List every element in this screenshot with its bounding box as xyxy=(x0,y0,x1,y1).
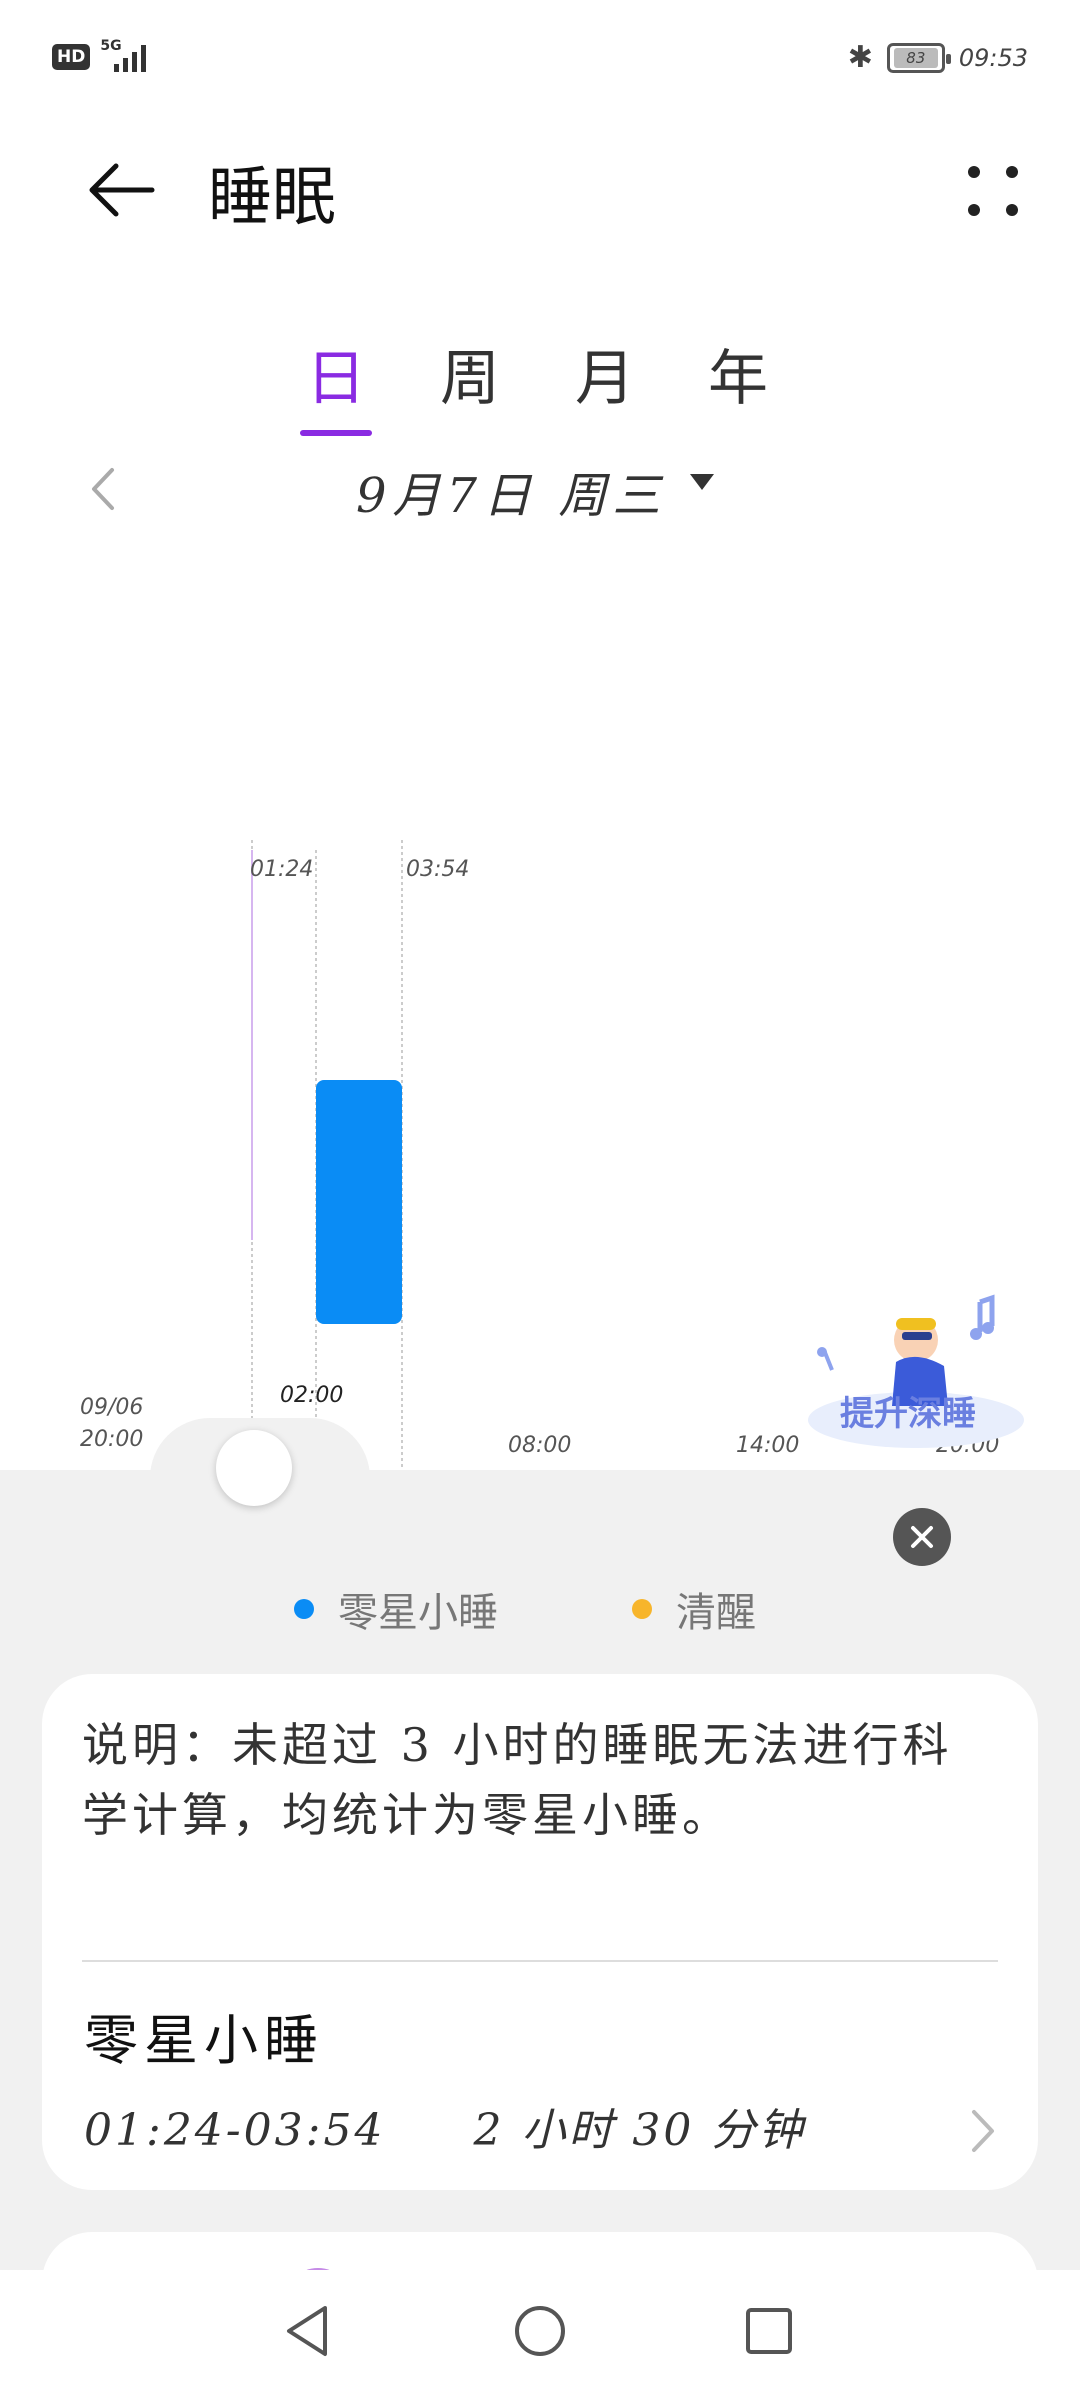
marker-label-start: 01:24 xyxy=(250,857,314,882)
x-label-0200: 02:00 xyxy=(280,1383,344,1408)
tab-week[interactable]: 周 xyxy=(420,330,520,417)
bluetooth-icon: ✱ xyxy=(847,40,873,75)
close-button[interactable] xyxy=(893,1508,951,1566)
more-button[interactable] xyxy=(954,152,1030,228)
legend-item-awake: 清醒 xyxy=(632,1580,756,1638)
nav-home-button[interactable] xyxy=(505,2296,575,2366)
dot xyxy=(968,204,980,216)
explanation-note: 说明：未超过 3 小时的睡眠无法进行科学计算，均统计为零星小睡。 xyxy=(82,1718,953,1842)
x-label-0800: 08:00 xyxy=(508,1433,572,1458)
legend-item-nap: 零星小睡 xyxy=(294,1580,498,1638)
record-time: 01:24-03:54 xyxy=(84,2105,386,2156)
record-chevron[interactable] xyxy=(962,2106,1002,2156)
app-header: 睡眠 xyxy=(0,130,1080,250)
tab-day[interactable]: 日 xyxy=(286,330,386,417)
legend-dot-nap xyxy=(294,1599,314,1619)
sleep-segment-bar xyxy=(316,1080,402,1324)
promo-label: 提升深睡 xyxy=(840,1394,976,1434)
battery-icon: 83 xyxy=(886,42,951,73)
x-label-1400: 14:00 xyxy=(736,1433,800,1458)
status-bar: HD 5G ✱ 83 09:53 xyxy=(0,0,1080,120)
record-title[interactable]: 零星小睡 xyxy=(84,1996,324,2075)
back-triangle-icon xyxy=(287,2306,327,2356)
date-nav: 9月7日 周三 xyxy=(0,450,1080,530)
marker-label-end: 03:54 xyxy=(406,857,470,882)
chevron-left-icon xyxy=(92,468,114,510)
legend-label-awake: 清醒 xyxy=(676,1590,756,1636)
legend-label-nap: 零星小睡 xyxy=(338,1590,498,1636)
dot xyxy=(968,166,980,178)
record-detail[interactable]: 01:24-03:54 2 小时 30 分钟 xyxy=(84,2094,805,2158)
dot xyxy=(1006,204,1018,216)
status-right: ✱ 83 09:53 xyxy=(848,40,1028,75)
period-tabs: 日 周 月 年 xyxy=(0,330,1080,450)
close-icon xyxy=(911,1526,933,1548)
system-nav-bar xyxy=(0,2270,1080,2388)
tab-year[interactable]: 年 xyxy=(688,330,788,417)
dropdown-triangle-icon[interactable] xyxy=(690,474,714,490)
divider xyxy=(82,1960,998,1962)
drag-handle[interactable] xyxy=(216,1430,292,1506)
arrow-left-icon xyxy=(89,163,155,217)
chevron-right-icon xyxy=(972,2110,994,2152)
tab-indicator xyxy=(300,430,372,436)
nav-recents-button[interactable] xyxy=(734,2296,804,2366)
hd-badge: HD xyxy=(52,44,91,70)
tab-month[interactable]: 月 xyxy=(555,330,655,417)
recents-square-icon xyxy=(746,2308,792,2354)
prev-date-button[interactable] xyxy=(82,464,132,514)
back-button[interactable] xyxy=(80,150,160,230)
date-label[interactable]: 9月7日 周三 xyxy=(356,456,666,526)
dot xyxy=(1006,166,1018,178)
status-left: HD 5G xyxy=(52,38,156,74)
deep-sleep-promo[interactable]: 提升深睡 xyxy=(806,1270,1036,1460)
signal-icon: 5G xyxy=(100,38,156,74)
status-time: 09:53 xyxy=(958,43,1028,72)
nav-back-button[interactable] xyxy=(272,2296,342,2366)
home-circle-icon xyxy=(515,2306,565,2356)
sleep-record-card: 说明：未超过 3 小时的睡眠无法进行科学计算，均统计为零星小睡。 零星小睡 01… xyxy=(42,1674,1038,2190)
legend-dot-awake xyxy=(632,1599,652,1619)
x-label-start: 09/06 20:00 xyxy=(80,1395,144,1452)
chart-legend: 零星小睡 清醒 xyxy=(0,1580,1080,1640)
record-duration: 2 小时 30 分钟 xyxy=(473,2105,806,2156)
battery-level: 83 xyxy=(893,47,938,68)
page-title: 睡眠 xyxy=(208,161,336,235)
